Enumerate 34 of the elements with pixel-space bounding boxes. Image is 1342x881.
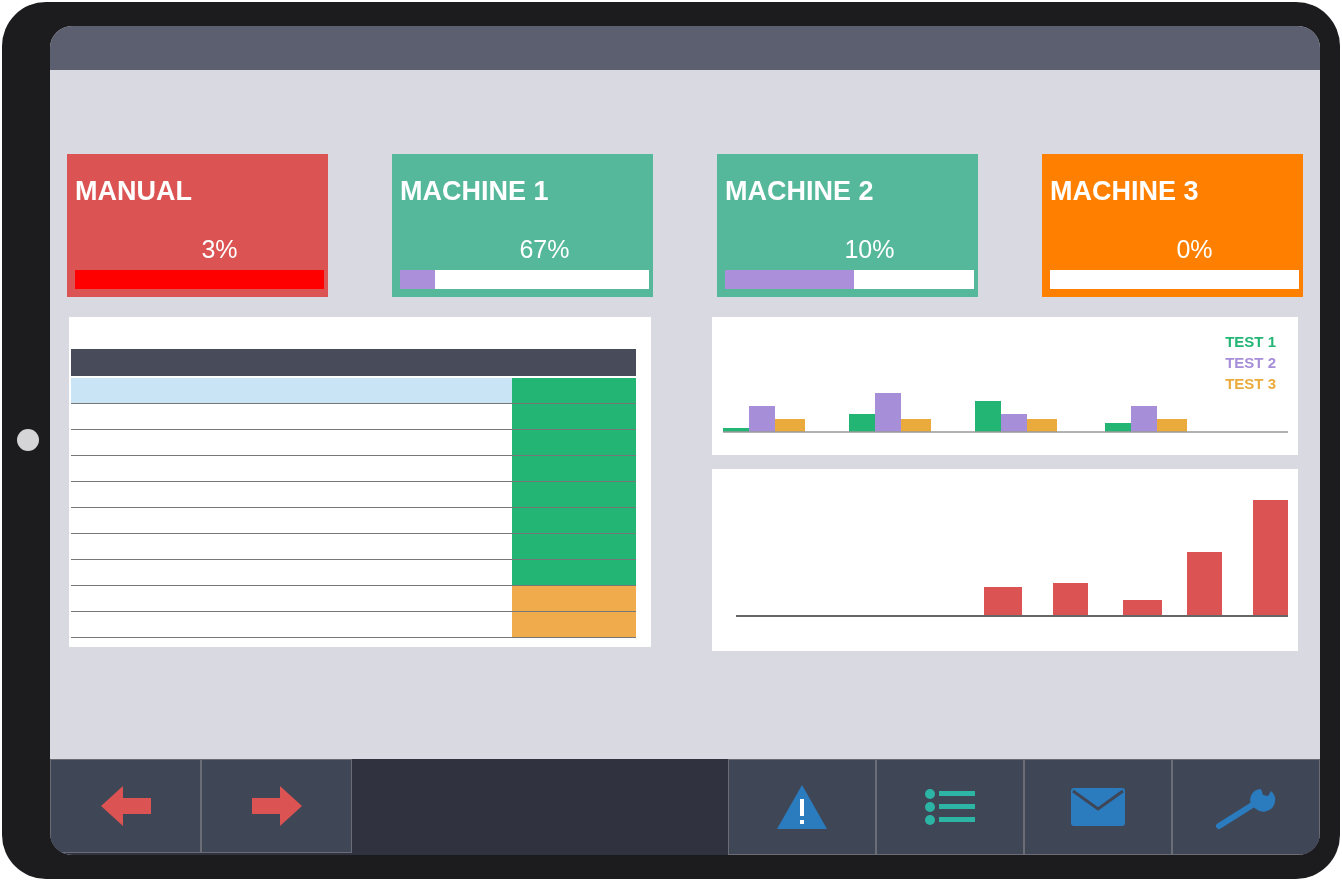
legend-label: TEST 1	[1225, 332, 1276, 352]
card-title: MACHINE 1	[400, 176, 550, 207]
card-title: MANUAL	[75, 176, 193, 207]
back-button[interactable]	[50, 759, 201, 853]
percent-value: 3%	[200, 235, 238, 264]
warning-icon	[777, 785, 827, 829]
table-row[interactable]	[71, 534, 636, 560]
table-row[interactable]	[71, 508, 636, 534]
table-row[interactable]	[71, 378, 636, 404]
legend-label: TEST 2	[1225, 353, 1276, 373]
list-icon	[925, 789, 975, 825]
table-row[interactable]	[71, 430, 636, 456]
table-row[interactable]	[71, 482, 636, 508]
left-arrow-icon	[100, 786, 151, 826]
table-row[interactable]	[71, 560, 636, 586]
card-title: MACHINE 3	[1050, 176, 1200, 207]
forward-button[interactable]	[201, 759, 352, 853]
table-row[interactable]	[71, 586, 636, 612]
legend-label: TEST 3	[1225, 374, 1276, 394]
table-row[interactable]	[71, 456, 636, 482]
list-button[interactable]	[876, 759, 1024, 855]
right-arrow-icon	[251, 786, 302, 826]
table-row[interactable]	[71, 404, 636, 430]
percent-value: 10%	[843, 235, 895, 264]
card-title: MACHINE 2	[725, 176, 875, 207]
camera-dot	[17, 429, 39, 451]
chart-bar	[1187, 552, 1222, 615]
chart-bar	[1123, 600, 1162, 615]
mail-icon	[1071, 788, 1125, 826]
table-row[interactable]	[71, 612, 636, 638]
percent-value: 0%	[1175, 235, 1213, 264]
chart-bar	[984, 587, 1022, 615]
chart-bar	[1053, 583, 1088, 615]
percent-value: 67%	[518, 235, 570, 264]
